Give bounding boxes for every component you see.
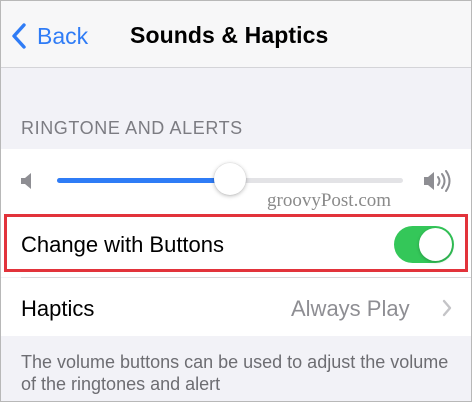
- chevron-right-icon: [442, 299, 452, 322]
- speaker-high-icon: [423, 169, 455, 198]
- section-header: RINGTONE AND ALERTS: [21, 118, 243, 138]
- footer-note: The volume buttons can be used to adjust…: [21, 352, 449, 394]
- back-label: Back: [37, 22, 89, 49]
- volume-slider-thumb[interactable]: [214, 163, 246, 195]
- settings-screen: Back Sounds & Haptics RINGTONE AND ALERT…: [0, 0, 472, 402]
- watermark: groovyPost.com: [267, 190, 392, 211]
- haptics-value: Always Play: [291, 296, 410, 321]
- page-title: Sounds & Haptics: [130, 22, 329, 48]
- haptics-label: Haptics: [21, 296, 95, 321]
- back-button[interactable]: Back: [11, 19, 88, 53]
- chevron-left-icon: [11, 22, 27, 50]
- navigation-bar: Back Sounds & Haptics: [1, 1, 471, 68]
- speaker-low-icon: [20, 172, 34, 195]
- volume-slider-fill: [57, 178, 230, 183]
- highlight-box: [4, 214, 468, 272]
